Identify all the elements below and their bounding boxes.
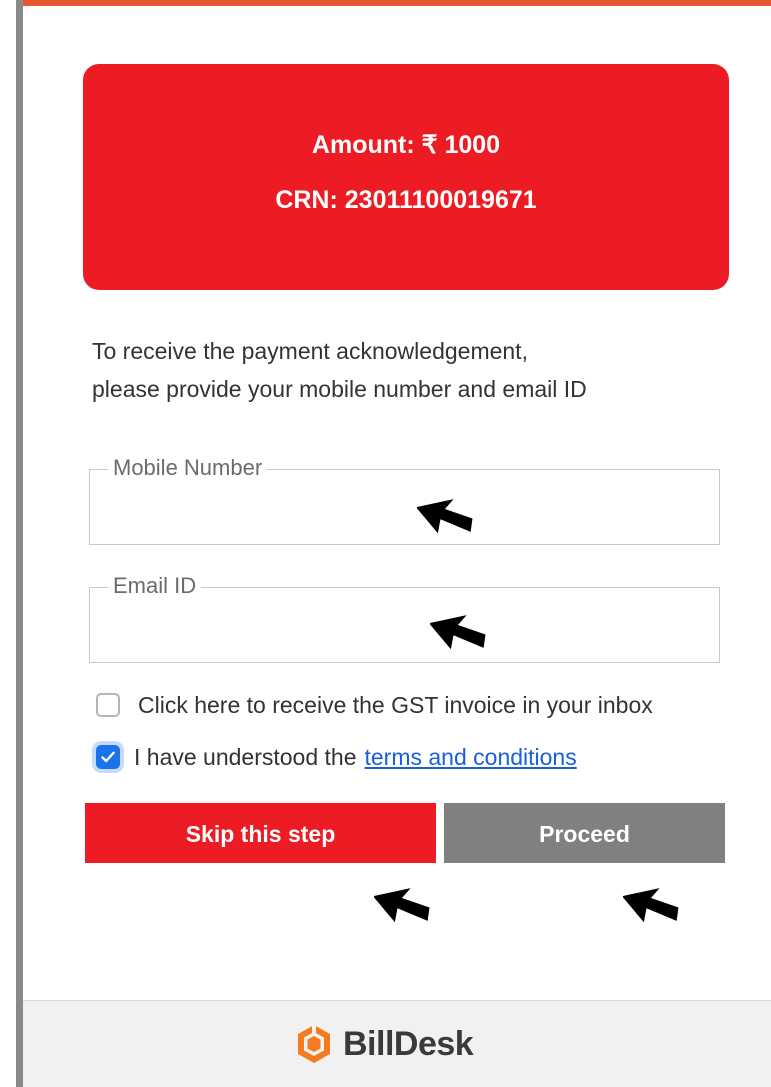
mobile-number-input[interactable] [102,492,707,534]
top-accent-bar [23,0,771,6]
mobile-number-label: Mobile Number [108,454,268,482]
payment-page: Amount: ₹ 1000 CRN: 23011100019671 To re… [0,0,771,1087]
skip-step-button[interactable]: Skip this step [85,803,436,863]
email-id-input[interactable] [102,610,707,652]
proceed-button[interactable]: Proceed [444,803,725,863]
mouse-pointer-icon [417,499,473,534]
mobile-number-field[interactable]: Mobile Number [89,454,720,545]
payment-summary-card: Amount: ₹ 1000 CRN: 23011100019671 [83,64,729,290]
gst-invoice-option[interactable]: Click here to receive the GST invoice in… [96,690,653,720]
amount-text: Amount: ₹ 1000 [311,131,501,159]
terms-and-conditions-link[interactable]: terms and conditions [365,744,577,771]
email-id-field[interactable]: Email ID [89,572,720,663]
billdesk-brand: BillDesk [295,1023,474,1065]
page-left-border [16,0,23,1087]
terms-checkbox[interactable] [96,745,120,769]
mouse-pointer-icon [623,888,679,923]
gst-invoice-label[interactable]: Click here to receive the GST invoice in… [138,692,653,719]
instructions-line-2: please provide your mobile number and em… [92,376,587,402]
terms-label: I have understood the [134,743,357,770]
billdesk-brand-name: BillDesk [343,1024,474,1063]
instructions-line-1: To receive the payment acknowledgement, [92,338,528,364]
mouse-pointer-icon [430,615,486,650]
mouse-pointer-icon [374,888,430,923]
acknowledgement-instructions: To receive the payment acknowledgement, … [92,332,732,408]
terms-option[interactable]: I have understood the terms and conditio… [96,742,577,772]
billdesk-logo-icon [298,1025,330,1063]
checkmark-icon [101,751,115,763]
crn-text: CRN: 23011100019671 [275,186,537,214]
footer-bar: BillDesk [23,1000,771,1087]
gst-invoice-checkbox[interactable] [96,693,120,717]
email-id-label: Email ID [108,572,202,600]
